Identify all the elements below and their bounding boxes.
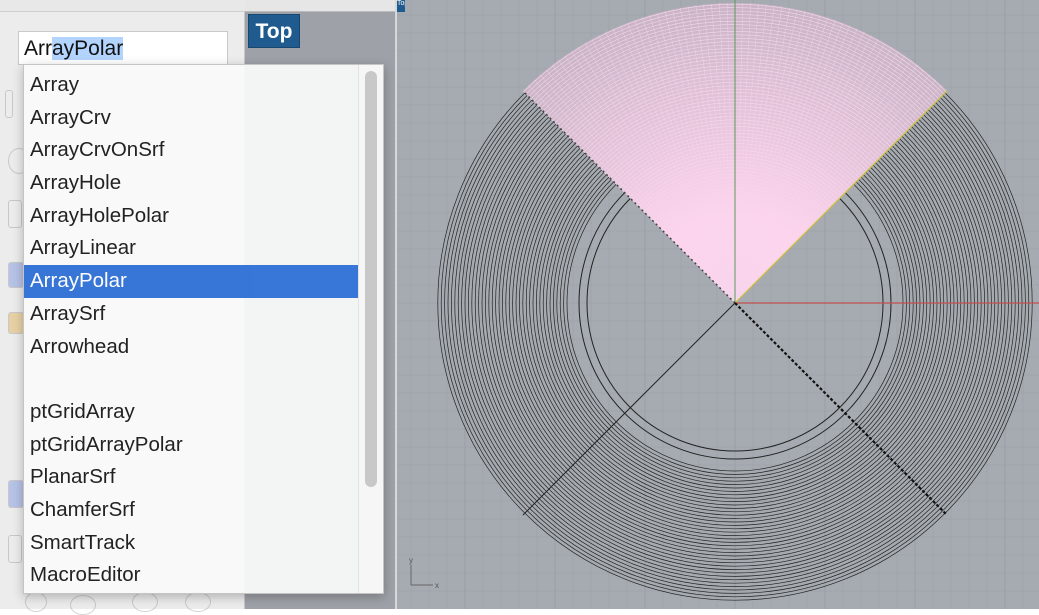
dropdown-item[interactable]: ArraySrf: [24, 298, 358, 331]
dropdown-item[interactable]: ChamferSrf: [24, 494, 358, 527]
separator: [24, 363, 383, 396]
tool-icon[interactable]: [8, 312, 24, 334]
dropdown-item[interactable]: MacroEditor: [24, 559, 358, 592]
dropdown-item[interactable]: ArrayPolar: [24, 265, 358, 298]
autocomplete-dropdown[interactable]: Array ArrayCrv ArrayCrvOnSrf ArrayHole Array…: [23, 64, 384, 594]
panel-header: [0, 0, 245, 12]
dropdown-item[interactable]: Array: [24, 69, 358, 102]
dropdown-item[interactable]: PlanarSrf: [24, 461, 358, 494]
tool-icon[interactable]: [8, 262, 24, 288]
dropdown-item[interactable]: ArrayCrv: [24, 102, 358, 135]
dropdown-item[interactable]: Arrowhead: [24, 331, 358, 364]
dropdown-item[interactable]: ArrayHole: [24, 167, 358, 200]
viewport-canvas[interactable]: yx: [397, 0, 1039, 609]
scrollbar-thumb[interactable]: [365, 71, 377, 487]
dropdown-item[interactable]: ArrayHolePolar: [24, 200, 358, 233]
tool-icon[interactable]: [8, 535, 22, 563]
autocomplete-selection: ayPolar: [52, 37, 124, 60]
tool-icon[interactable]: [8, 480, 24, 508]
tool-icon[interactable]: [132, 592, 158, 612]
dropdown-item[interactable]: ArrayCrvOnSrf: [24, 134, 358, 167]
viewport-top[interactable]: Top yx: [395, 0, 1039, 609]
dropdown-item[interactable]: ptGridArrayPolar: [24, 429, 358, 462]
tool-icon[interactable]: [70, 595, 96, 615]
scrollbar-track[interactable]: [358, 65, 383, 593]
tool-icon[interactable]: [185, 592, 211, 612]
dropdown-item[interactable]: ArrayLinear: [24, 232, 358, 265]
dropdown-item[interactable]: ptGridArray: [24, 396, 358, 429]
layout-toolbar: [245, 0, 395, 12]
dropdown-item[interactable]: SmartTrack: [24, 527, 358, 560]
viewport-label-top[interactable]: Top: [248, 14, 300, 48]
axis-x-label: x: [435, 581, 439, 590]
axis-y-label: y: [409, 556, 413, 565]
command-input[interactable]: ArrayPolar: [18, 31, 228, 65]
tool-icon[interactable]: [8, 200, 22, 228]
tool-icon[interactable]: [5, 90, 13, 118]
viewport-tag: Top: [397, 0, 405, 12]
tool-icon[interactable]: [25, 592, 47, 612]
typed-text: Arr: [24, 37, 52, 60]
